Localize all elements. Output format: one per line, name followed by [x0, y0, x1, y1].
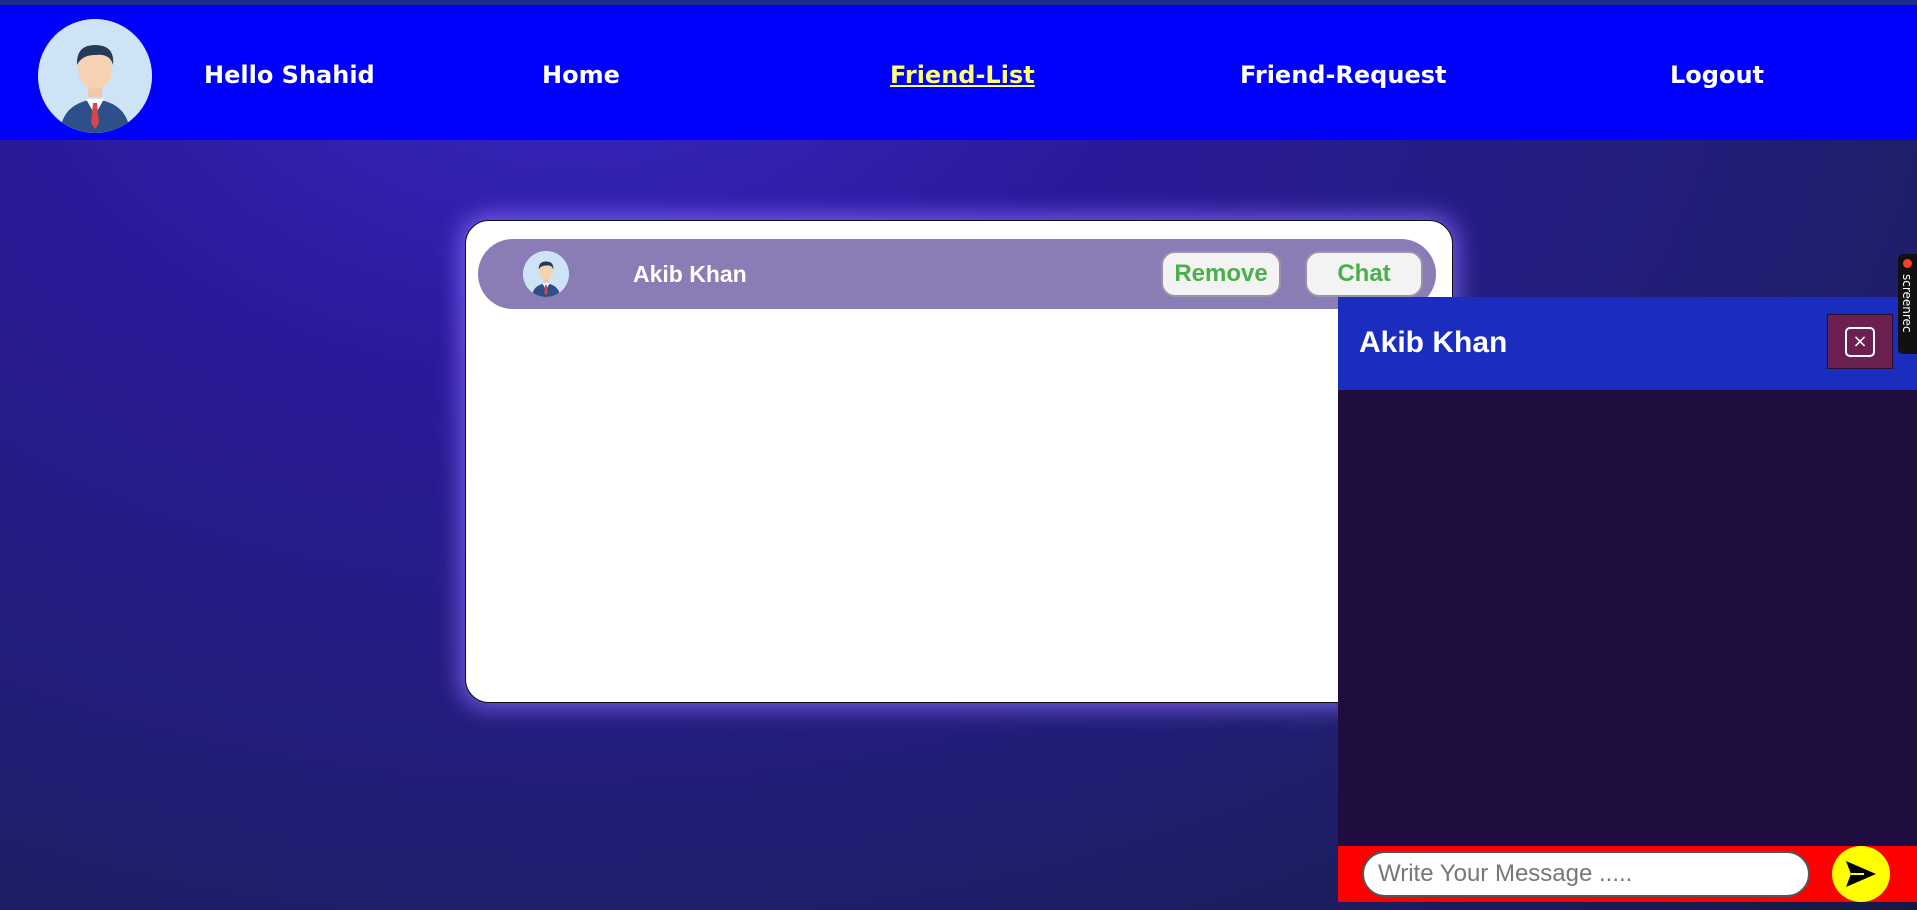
- send-icon: [1846, 861, 1876, 887]
- send-button[interactable]: [1832, 846, 1890, 902]
- nav-home[interactable]: Home: [542, 61, 620, 89]
- message-input[interactable]: [1362, 851, 1810, 897]
- close-chat-button[interactable]: ×: [1827, 314, 1893, 369]
- greeting-text: Hello Shahid: [204, 61, 375, 89]
- nav-friend-list[interactable]: Friend-List: [890, 61, 1035, 89]
- user-avatar[interactable]: [38, 19, 152, 133]
- screenrec-tab[interactable]: screenrec: [1898, 254, 1917, 354]
- friend-name: Akib Khan: [633, 261, 747, 287]
- chat-footer: [1338, 846, 1917, 902]
- chat-header: Akib Khan ×: [1338, 297, 1917, 390]
- friend-list-card: Akib Khan Remove Chat: [465, 220, 1453, 703]
- friend-avatar: [523, 251, 569, 297]
- close-icon: ×: [1845, 326, 1875, 357]
- nav-friend-request[interactable]: Friend-Request: [1240, 61, 1446, 89]
- screenrec-label: screenrec: [1900, 274, 1914, 333]
- chat-messages-area[interactable]: [1338, 390, 1917, 846]
- nav-logout[interactable]: Logout: [1670, 61, 1764, 89]
- chat-button[interactable]: Chat: [1305, 251, 1423, 297]
- person-icon: [523, 251, 569, 297]
- record-dot-icon: [1903, 259, 1912, 268]
- chat-panel: Akib Khan ×: [1338, 297, 1917, 902]
- navbar: Hello Shahid Home Friend-List Friend-Req…: [0, 5, 1917, 140]
- chat-title: Akib Khan: [1359, 326, 1508, 359]
- person-icon: [38, 19, 152, 133]
- remove-button[interactable]: Remove: [1161, 251, 1281, 297]
- friend-row: Akib Khan Remove Chat: [478, 239, 1436, 309]
